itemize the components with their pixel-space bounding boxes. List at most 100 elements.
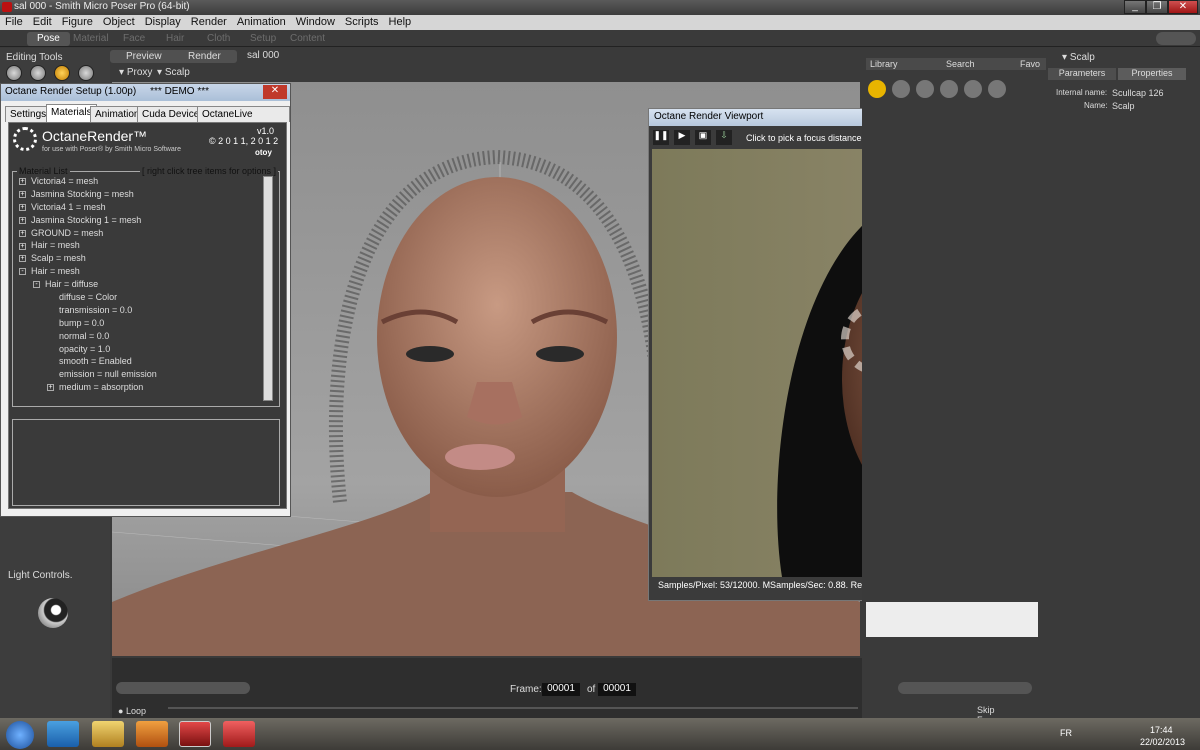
total-frames-field[interactable]: 00001 <box>598 683 636 696</box>
rotate-tool-icon[interactable] <box>6 65 22 81</box>
material-tree-label: Scalp = mesh <box>31 253 86 264</box>
tab-octanelive-account[interactable]: OctaneLive Account <box>197 106 290 135</box>
material-tree-item[interactable]: + Jasmina Stocking = mesh <box>19 189 259 202</box>
room-tab-content[interactable]: Content <box>280 32 335 46</box>
material-tree-item[interactable]: + Hair = mesh <box>19 240 259 253</box>
tab-properties[interactable]: Properties <box>1118 68 1186 80</box>
tab-materials[interactable]: Materials <box>46 104 97 122</box>
menu-help[interactable]: Help <box>384 15 417 28</box>
expand-icon[interactable]: + <box>19 191 26 199</box>
tab-settings[interactable]: Settings <box>5 106 52 122</box>
translate-tool-icon[interactable] <box>54 65 70 81</box>
media-player-icon[interactable] <box>136 721 168 747</box>
tab-search[interactable]: Search <box>946 59 975 69</box>
minimize-button[interactable]: _ <box>1124 0 1146 14</box>
maximize-button[interactable]: ❐ <box>1146 0 1168 14</box>
language-indicator[interactable]: FR <box>1060 728 1072 738</box>
internet-explorer-icon[interactable] <box>47 721 79 747</box>
menu-edit[interactable]: Edit <box>28 15 57 28</box>
clock-date[interactable]: 22/02/2013 <box>1140 737 1185 747</box>
material-tree-item[interactable]: normal = 0.0 <box>19 331 259 344</box>
start-button-icon[interactable] <box>6 721 34 749</box>
expand-icon[interactable]: + <box>19 242 26 250</box>
light-controls-label: Light Controls. <box>8 570 73 581</box>
close-button[interactable]: ✕ <box>1168 0 1198 14</box>
material-tree-item[interactable]: - Hair = diffuse <box>19 279 259 292</box>
timeline-track[interactable] <box>168 707 858 709</box>
material-tree-item[interactable]: bump = 0.0 <box>19 318 259 331</box>
menu-object[interactable]: Object <box>98 15 140 28</box>
menu-animation[interactable]: Animation <box>232 15 291 28</box>
collapse-icon[interactable]: - <box>33 281 40 289</box>
material-tree-item[interactable]: diffuse = Color <box>19 292 259 305</box>
material-tree-label: Jasmina Stocking = mesh <box>31 188 134 199</box>
figures-category-icon[interactable] <box>868 80 886 98</box>
material-tree-item[interactable]: opacity = 1.0 <box>19 344 259 357</box>
poses-category-icon[interactable] <box>892 80 910 98</box>
tab-favorites[interactable]: Favo <box>1020 59 1040 69</box>
play-button[interactable]: ▶ <box>674 130 690 145</box>
octane-setup-titlebar[interactable]: Octane Render Setup (1.00p) *** DEMO *** <box>1 84 290 101</box>
expand-icon[interactable]: + <box>19 178 26 186</box>
window-title: sal 000 - Smith Micro Poser Pro (64-bit) <box>14 1 190 12</box>
room-tab-hair[interactable]: Hair <box>156 32 194 46</box>
poser-taskbar-icon[interactable] <box>179 721 211 747</box>
menu-scripts[interactable]: Scripts <box>340 15 384 28</box>
explorer-folder-icon[interactable] <box>92 721 124 747</box>
tab-library[interactable]: Library <box>870 59 898 69</box>
name-value: Scalp <box>1112 101 1135 111</box>
tab-parameters[interactable]: Parameters <box>1048 68 1116 80</box>
material-tree-item[interactable]: smooth = Enabled <box>19 356 259 369</box>
display-button[interactable]: ▣ <box>695 130 711 145</box>
expressions-category-icon[interactable] <box>916 80 934 98</box>
expand-icon[interactable]: + <box>19 216 26 224</box>
parameters-title: ▾ Scalp <box>1062 52 1095 63</box>
material-tree-item[interactable]: + Jasmina Stocking 1 = mesh <box>19 215 259 228</box>
props-category-icon[interactable] <box>988 80 1006 98</box>
material-tree-item[interactable]: + Victoria4 = mesh <box>19 176 259 189</box>
scalp-dropdown[interactable]: ▾ Scalp <box>157 67 190 78</box>
expand-icon[interactable]: + <box>47 384 54 392</box>
light-sphere-icon[interactable] <box>38 598 68 628</box>
playback-controls[interactable] <box>116 682 250 694</box>
menu-display[interactable]: Display <box>140 15 186 28</box>
room-tab-cloth[interactable]: Cloth <box>197 32 240 46</box>
expand-icon[interactable]: + <box>19 203 26 211</box>
menu-window[interactable]: Window <box>291 15 340 28</box>
expand-icon[interactable]: + <box>19 229 26 237</box>
material-tree-item[interactable]: emission = null emission <box>19 369 259 382</box>
material-tree-item[interactable]: + medium = absorption <box>19 382 259 395</box>
octane-setup-close-button[interactable]: ✕ <box>263 85 287 99</box>
material-tree-label: Hair = mesh <box>31 240 80 251</box>
menu-file[interactable]: File <box>0 15 28 28</box>
material-tree-item[interactable]: - Hair = mesh <box>19 266 259 279</box>
tab-render[interactable]: Render <box>172 50 237 63</box>
material-list-scrollbar[interactable] <box>263 176 273 401</box>
current-frame-field[interactable]: 00001 <box>542 683 580 696</box>
room-tab-material[interactable]: Material <box>63 32 119 46</box>
collapse-icon[interactable]: - <box>19 268 26 276</box>
material-list-box: Material List [ right click tree items f… <box>12 166 280 407</box>
scale-tool-icon[interactable] <box>78 65 94 81</box>
octane-taskbar-icon[interactable] <box>223 721 255 747</box>
menu-figure[interactable]: Figure <box>57 15 98 28</box>
save-image-button[interactable]: ⇩ <box>716 130 732 145</box>
expand-icon[interactable]: + <box>19 255 26 263</box>
material-tree-item[interactable]: transmission = 0.0 <box>19 305 259 318</box>
menu-render[interactable]: Render <box>186 15 232 28</box>
twist-tool-icon[interactable] <box>30 65 46 81</box>
material-tree-item[interactable]: + Scalp = mesh <box>19 253 259 266</box>
keyframe-controls[interactable] <box>898 682 1032 694</box>
room-tab-face[interactable]: Face <box>113 32 155 46</box>
clock-time[interactable]: 17:44 <box>1150 725 1173 735</box>
nose <box>467 382 522 425</box>
window-dots-control[interactable] <box>1156 32 1196 45</box>
pause-button[interactable]: ❚❚ <box>653 130 669 145</box>
proxy-dropdown[interactable]: ▾ Proxy <box>119 67 152 78</box>
tab-preview[interactable]: Preview <box>110 50 178 63</box>
material-tree-item[interactable]: + GROUND = mesh <box>19 228 259 241</box>
hands-category-icon[interactable] <box>940 80 958 98</box>
hair-category-icon[interactable] <box>964 80 982 98</box>
material-tree-item[interactable]: + Victoria4 1 = mesh <box>19 202 259 215</box>
loop-toggle[interactable]: ● Loop <box>118 706 146 716</box>
